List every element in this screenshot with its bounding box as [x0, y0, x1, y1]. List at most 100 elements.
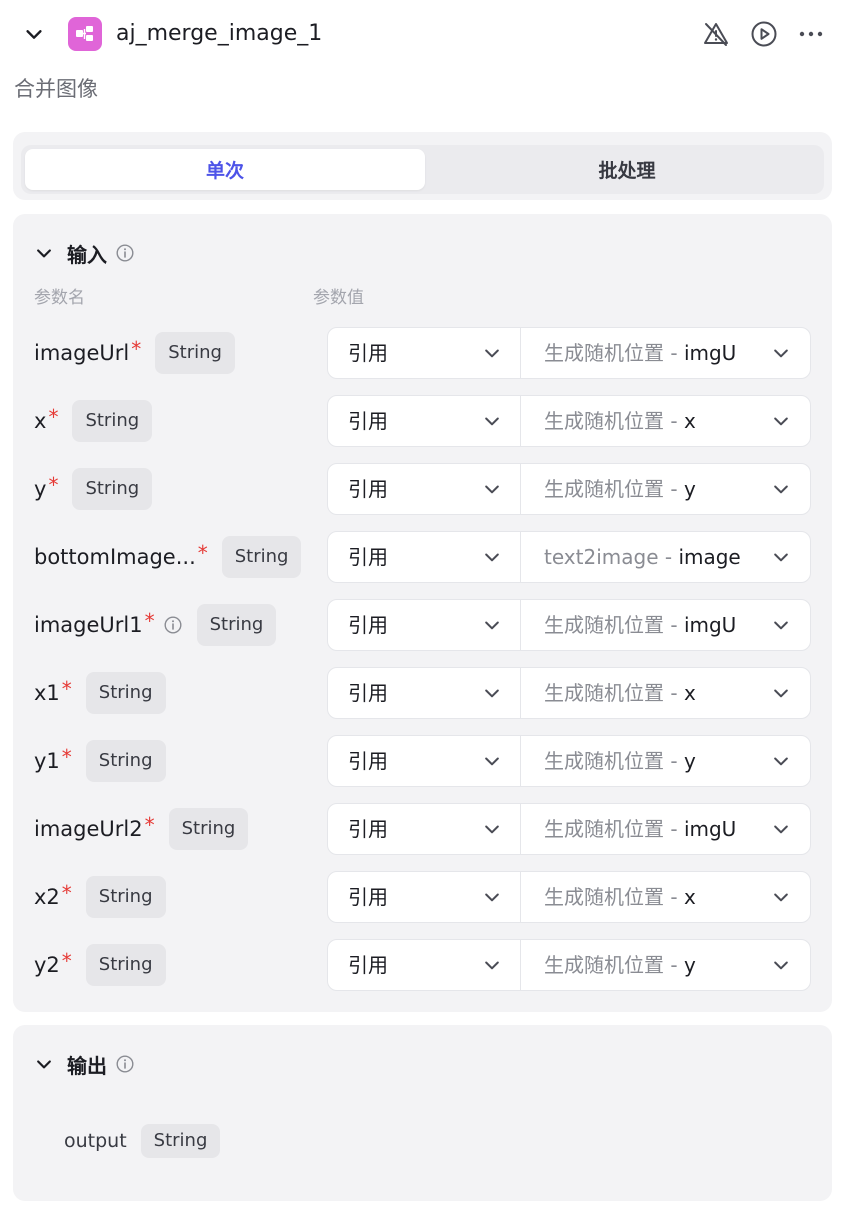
- param-value-control: 引用 text2image - image: [327, 531, 811, 583]
- reference-value-select[interactable]: 生成随机位置 - x: [522, 396, 810, 446]
- param-label: y * String: [34, 461, 153, 517]
- value-mode-label: 引用: [348, 817, 388, 841]
- param-value-control: 引用 生成随机位置 - x: [327, 667, 811, 719]
- reference-value-label: 生成随机位置 - x: [544, 884, 758, 910]
- param-name: x1: [34, 681, 60, 705]
- value-mode-label: 引用: [348, 545, 388, 569]
- reference-field: y: [683, 953, 696, 977]
- value-mode-select[interactable]: 引用: [328, 940, 521, 990]
- chevron-down-icon: [770, 410, 792, 432]
- reference-separator: -: [664, 749, 684, 773]
- param-label: x1 * String: [34, 665, 166, 721]
- param-type-badge: String: [72, 468, 153, 510]
- param-row: imageUrl * String 引用 生成随机位置 - imgU: [13, 325, 832, 381]
- value-mode-select[interactable]: 引用: [328, 464, 521, 514]
- reference-source: 生成随机位置: [544, 953, 664, 977]
- reference-value-select[interactable]: 生成随机位置 - y: [522, 736, 810, 786]
- value-mode-select[interactable]: 引用: [328, 532, 521, 582]
- output-section-header[interactable]: 输出: [33, 1047, 134, 1081]
- param-name: y1: [34, 749, 60, 773]
- reference-field: image: [678, 545, 741, 569]
- param-value-control: 引用 生成随机位置 - imgU: [327, 803, 811, 855]
- reference-separator: -: [664, 817, 684, 841]
- param-type-badge: String: [72, 400, 153, 442]
- reference-value-select[interactable]: 生成随机位置 - x: [522, 668, 810, 718]
- value-mode-select[interactable]: 引用: [328, 328, 521, 378]
- param-name: bottomImage...: [34, 545, 196, 569]
- chevron-down-icon: [481, 478, 503, 500]
- more-options-button[interactable]: [795, 18, 827, 50]
- required-asterisk: *: [61, 677, 72, 701]
- required-asterisk: *: [61, 881, 72, 905]
- input-section-header[interactable]: 输入: [33, 236, 134, 270]
- required-asterisk: *: [144, 813, 155, 837]
- alert-off-icon: [704, 23, 728, 46]
- param-type-badge: String: [85, 672, 166, 714]
- chevron-down-icon: [481, 886, 503, 908]
- reference-field: x: [683, 681, 696, 705]
- chevron-down-icon: [770, 954, 792, 976]
- param-row: x2 * String 引用 生成随机位置 - x: [13, 869, 832, 925]
- node-title[interactable]: aj_merge_image_1: [116, 19, 322, 49]
- value-mode-select[interactable]: 引用: [328, 872, 521, 922]
- reference-value-select[interactable]: 生成随机位置 - x: [522, 872, 810, 922]
- node-description: 合并图像: [14, 77, 98, 101]
- info-icon[interactable]: [116, 1055, 134, 1073]
- reference-separator: -: [664, 953, 684, 977]
- info-icon[interactable]: [116, 244, 134, 262]
- disable-warning-button[interactable]: [700, 18, 732, 50]
- chevron-down-icon: [770, 750, 792, 772]
- value-mode-select[interactable]: 引用: [328, 396, 521, 446]
- param-row: imageUrl1 * String 引用 生成随机位置 - imgU: [13, 597, 832, 653]
- param-type-badge: String: [85, 740, 166, 782]
- value-mode-select[interactable]: 引用: [328, 600, 521, 650]
- required-asterisk: *: [61, 949, 72, 973]
- output-section-title: 输出: [67, 1053, 107, 1078]
- param-type-badge: String: [85, 944, 166, 986]
- chevron-down-icon[interactable]: [33, 1053, 55, 1075]
- param-type-badge: String: [168, 808, 249, 850]
- param-name: x: [34, 409, 47, 433]
- required-asterisk: *: [48, 473, 59, 497]
- required-asterisk: *: [131, 337, 142, 361]
- param-label: x2 * String: [34, 869, 166, 925]
- reference-separator: -: [664, 409, 684, 433]
- reference-value-select[interactable]: 生成随机位置 - imgU: [522, 804, 810, 854]
- param-type-badge: String: [221, 536, 302, 578]
- value-mode-select[interactable]: 引用: [328, 804, 521, 854]
- required-asterisk: *: [48, 405, 59, 429]
- chevron-down-icon: [770, 546, 792, 568]
- param-name: y2: [34, 953, 60, 977]
- reference-value-select[interactable]: 生成随机位置 - imgU: [522, 328, 810, 378]
- reference-field: x: [683, 885, 696, 909]
- collapse-node-button[interactable]: [20, 20, 48, 48]
- reference-value-select[interactable]: 生成随机位置 - imgU: [522, 600, 810, 650]
- param-name: imageUrl: [34, 341, 130, 365]
- mode-tabs: 单次 批处理: [13, 132, 832, 200]
- value-mode-label: 引用: [348, 477, 388, 501]
- value-mode-label: 引用: [348, 681, 388, 705]
- chevron-down-icon: [481, 410, 503, 432]
- param-name: imageUrl1: [34, 613, 143, 637]
- info-icon[interactable]: [163, 615, 183, 635]
- chevron-down-icon[interactable]: [33, 242, 55, 264]
- chevron-down-icon: [481, 954, 503, 976]
- run-node-button[interactable]: [748, 18, 780, 50]
- reference-value-select[interactable]: 生成随机位置 - y: [522, 940, 810, 990]
- chevron-down-icon: [481, 750, 503, 772]
- chevron-down-icon: [481, 614, 503, 636]
- param-row: imageUrl2 * String 引用 生成随机位置 - imgU: [13, 801, 832, 857]
- value-mode-select[interactable]: 引用: [328, 736, 521, 786]
- reference-value-select[interactable]: 生成随机位置 - y: [522, 464, 810, 514]
- param-label: y2 * String: [34, 937, 166, 993]
- tab-batch[interactable]: 批处理: [427, 149, 827, 190]
- value-mode-select[interactable]: 引用: [328, 668, 521, 718]
- param-label: x * String: [34, 393, 153, 449]
- reference-value-select[interactable]: text2image - image: [522, 532, 810, 582]
- tab-single[interactable]: 单次: [25, 149, 425, 190]
- output-name: output: [64, 1130, 127, 1152]
- reference-source: 生成随机位置: [544, 817, 664, 841]
- param-value-control: 引用 生成随机位置 - x: [327, 871, 811, 923]
- output-panel: 输出 output String: [13, 1025, 832, 1201]
- merge-image-node-icon: [68, 17, 102, 51]
